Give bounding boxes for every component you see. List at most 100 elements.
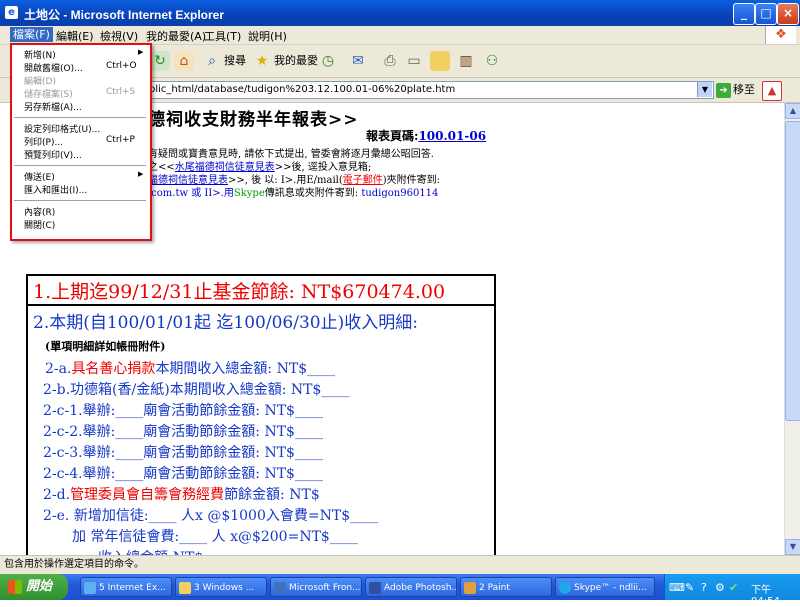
income-row-c3: 2-c-3.舉辦:____廟會活動節餘金額: NT$____ xyxy=(43,445,323,461)
refresh-button[interactable]: ↻ xyxy=(150,49,172,73)
network-icon[interactable]: ⚙ xyxy=(715,581,725,594)
menu-item-label: 設定列印格式(U)... xyxy=(24,125,101,135)
file-menu-save-as[interactable]: 另存新檔(A)... xyxy=(24,100,82,113)
line4-prefix: .com.tw 或 II>.用 xyxy=(148,188,234,199)
go-arrow-icon: ➔ xyxy=(716,82,731,98)
start-button[interactable]: 開始 xyxy=(0,574,68,600)
submenu-arrow-icon: ▶ xyxy=(138,170,144,178)
address-input[interactable]: blic_html/database/tudigon%203.12.100.01… xyxy=(146,81,714,99)
close-button[interactable]: × xyxy=(777,3,799,25)
keyboard-icon[interactable]: ⌨ xyxy=(669,581,685,594)
menu-item-label: 預覽列印(V)... xyxy=(24,151,82,161)
windows-flag-icon xyxy=(8,579,22,594)
scroll-down-icon[interactable]: ▼ xyxy=(785,539,800,555)
scroll-up-icon[interactable]: ▲ xyxy=(785,103,800,119)
star-icon: ★ xyxy=(255,53,269,69)
edit-button[interactable]: ▭ xyxy=(404,49,426,73)
taskbar-item-photoshop[interactable]: Adobe Photosh... xyxy=(365,577,457,597)
scroll-thumb[interactable] xyxy=(785,121,800,421)
row-d-committee: 管理委員會自籌會務經費 xyxy=(70,487,225,503)
status-text: 包含用於操作選定項目的命令。 xyxy=(4,559,144,570)
menu-tools[interactable]: 工具(T) xyxy=(204,28,241,44)
menu-item-shortcut: Ctrl+S xyxy=(106,87,136,97)
income-heading: 2.本期(自100/01/01起 迄100/06/30止)收入明細: xyxy=(33,313,418,333)
report-number: 報表頁碼:100.01-06 xyxy=(366,127,486,144)
file-menu-page-setup[interactable]: 設定列印格式(U)... xyxy=(24,122,100,135)
windows-logo-icon: ❖ xyxy=(765,26,796,44)
task-label: 2 Paint xyxy=(479,583,510,593)
home-icon: ⌂ xyxy=(174,51,194,71)
paint-icon xyxy=(464,581,476,594)
maximize-button[interactable]: □ xyxy=(755,3,777,25)
income-row-c4: 2-c-4.舉辦:____廟會活動節餘金額: NT$____ xyxy=(43,466,323,482)
research-button[interactable]: ▥ xyxy=(456,49,478,73)
taskbar-item-windows[interactable]: 3 Windows ... xyxy=(175,577,267,597)
file-menu-print-preview[interactable]: 預覽列印(V)... xyxy=(24,148,82,161)
address-dropdown-icon[interactable]: ▼ xyxy=(697,82,712,97)
menu-file[interactable]: 檔案(F) xyxy=(10,27,53,42)
menu-separator xyxy=(14,117,146,118)
taskbar: 開始 5 Internet Ex... 3 Windows ... Micros… xyxy=(0,574,800,607)
discuss-button[interactable] xyxy=(430,49,452,73)
taskbar-item-frontpage[interactable]: Microsoft Fron... xyxy=(270,577,362,597)
file-menu-import-export[interactable]: 匯入和匯出(I)... xyxy=(24,183,87,196)
note-icon xyxy=(430,51,450,71)
taskbar-item-ie[interactable]: 5 Internet Ex... xyxy=(80,577,172,597)
go-label: 移至 xyxy=(733,83,755,96)
menu-item-label: 另存新檔(A)... xyxy=(24,103,82,113)
print-button[interactable]: ⎙ xyxy=(380,49,402,73)
row-d-amount: 節餘金額: NT$ xyxy=(224,487,320,503)
task-label: 3 Windows ... xyxy=(194,583,255,593)
income-row-b: 2-b.功德箱(香/金紙)本期間收入總金額: NT$____ xyxy=(43,382,350,398)
language-icon[interactable]: ✎ xyxy=(685,581,694,594)
status-bar: 包含用於操作選定項目的命令。 xyxy=(0,555,800,574)
menu-item-shortcut: Ctrl+P xyxy=(106,135,135,145)
taskbar-item-skype[interactable]: Skype™ - ndlii... xyxy=(555,577,655,597)
file-menu-close[interactable]: 關閉(C) xyxy=(24,218,55,231)
skype-id: tudigon960114 xyxy=(361,188,439,199)
minimize-button[interactable]: _ xyxy=(733,3,755,25)
menu-separator xyxy=(14,200,146,201)
report-number-link[interactable]: 100.01-06 xyxy=(418,129,486,143)
file-menu-print[interactable]: 列印(P)... Ctrl+P xyxy=(24,135,135,148)
menu-help[interactable]: 說明(H) xyxy=(248,28,287,44)
vertical-scrollbar[interactable]: ▲ ▼ xyxy=(784,103,800,555)
menu-favorites[interactable]: 我的最愛(A) xyxy=(146,28,206,44)
title-bar[interactable]: e 土地公 - Microsoft Internet Explorer _ □ … xyxy=(0,0,800,26)
taskbar-item-paint[interactable]: 2 Paint xyxy=(460,577,552,597)
clock[interactable]: 下午 04:54 xyxy=(751,581,800,607)
folder-icon xyxy=(179,581,191,594)
go-button[interactable]: ➔ 移至 xyxy=(716,81,755,99)
line4-middle: 傳訊息或夾附件寄到: xyxy=(264,188,362,199)
file-menu-save: 儲存檔案(S) Ctrl+S xyxy=(24,87,135,100)
toolbar-extension-icon[interactable]: ▲ xyxy=(762,81,782,101)
menu-item-shortcut: Ctrl+O xyxy=(106,61,137,71)
file-menu-open[interactable]: 開啟舊檔(O)... Ctrl+O xyxy=(24,61,137,74)
messenger-button[interactable]: ⚇ xyxy=(482,49,504,73)
photoshop-icon xyxy=(369,581,381,594)
task-label: 5 Internet Ex... xyxy=(99,583,166,593)
system-tray: ⌨ ✎ ? ⚙ ✔ 下午 04:54 xyxy=(664,574,800,607)
help-icon[interactable]: ? xyxy=(701,581,707,594)
home-button[interactable]: ⌂ xyxy=(174,49,196,73)
income-row-e1: 2-e. 新增加信徒:____ 人x @$1000入會費=NT$____ xyxy=(43,508,379,524)
search-button[interactable]: ⌕ 搜尋 xyxy=(202,49,246,73)
favorites-button[interactable]: ★ 我的最愛 xyxy=(252,49,318,73)
history-button[interactable]: ◷ xyxy=(318,49,340,73)
mail-button[interactable]: ✉ xyxy=(348,49,370,73)
file-menu-properties[interactable]: 內容(R) xyxy=(24,205,55,218)
menu-edit[interactable]: 編輯(E) xyxy=(56,28,94,44)
history-icon: ◷ xyxy=(321,53,335,69)
menu-view[interactable]: 檢視(V) xyxy=(100,28,138,44)
file-menu-send[interactable]: 傳送(E) ▶ xyxy=(24,170,143,183)
skype-label: Skype xyxy=(233,188,265,199)
edit-icon: ▭ xyxy=(407,53,421,69)
refresh-icon: ↻ xyxy=(150,51,170,71)
row-d-prefix: 2-d. xyxy=(43,487,71,503)
task-label: Adobe Photosh... xyxy=(384,583,457,593)
ie-icon xyxy=(84,581,96,594)
window-title: 土地公 - Microsoft Internet Explorer xyxy=(24,8,225,22)
row-a-amount: 本期間收入總金額: NT$____ xyxy=(155,361,336,377)
file-menu-new[interactable]: 新增(N) ▶ xyxy=(24,48,143,61)
security-icon[interactable]: ✔ xyxy=(729,581,738,594)
